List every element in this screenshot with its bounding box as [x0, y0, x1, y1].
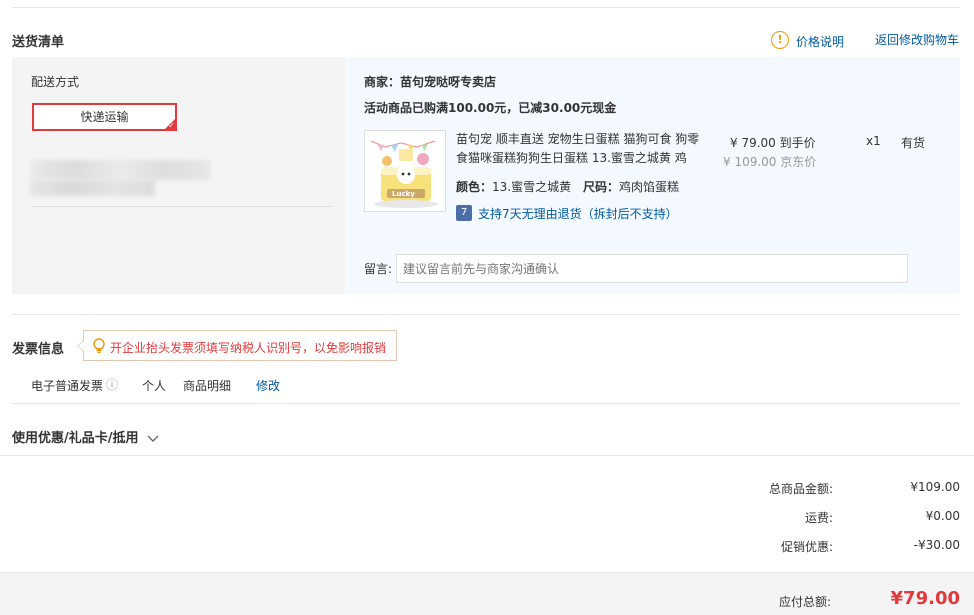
freight-label: 运费:	[804, 511, 833, 525]
invoice-tip: 开企业抬头发票须填写纳税人识别号，以免影响报销	[77, 330, 397, 361]
shipping-method-value: 快递运输	[80, 110, 129, 124]
top-divider	[12, 7, 960, 8]
warning-icon: !	[771, 31, 789, 49]
payable-total-value: ¥79.00	[890, 588, 960, 609]
shipping-method-label: 配送方式	[31, 75, 80, 89]
cake-illustration	[365, 131, 445, 211]
discount-label: 促销优惠:	[780, 540, 833, 554]
shipping-divider	[32, 206, 332, 207]
merchant-row: 商家：苗句宠哒呀专卖店	[364, 73, 496, 90]
check-icon: ✓	[168, 121, 175, 130]
original-price: ¥ 109.00 京东价	[723, 153, 816, 170]
seven-day-return-icon: 7	[456, 205, 472, 221]
product-image[interactable]: Lucky	[364, 130, 446, 212]
redacted-address-2	[30, 180, 155, 196]
invoice-edit-link[interactable]: 修改	[256, 377, 280, 394]
final-price-value: ¥ 79.00	[730, 136, 776, 150]
size-value: 鸡肉馅蛋糕	[618, 180, 679, 194]
color-label: 颜色：	[456, 180, 493, 194]
chevron-down-icon	[147, 435, 159, 442]
invoice-header: 个人	[142, 379, 167, 393]
freight-value: ¥0.00	[925, 509, 960, 523]
promo-text: 活动商品已购满100.00元，已减30.00元现金	[364, 101, 617, 115]
discount-value: -¥30.00	[913, 538, 960, 552]
cake-lettering: Lucky	[392, 190, 415, 198]
final-price-tag: 到手价	[779, 136, 816, 150]
back-to-cart-link[interactable]: 返回修改购物车	[875, 31, 959, 48]
lightbulb-icon	[93, 338, 105, 353]
merchant-label: 商家：	[364, 75, 401, 89]
quantity: x1	[866, 134, 881, 148]
return-policy-text[interactable]: 支持7天无理由退货（拆封后不支持）	[478, 205, 678, 222]
goods-total-label: 总商品金额:	[768, 482, 833, 496]
express-shipping-option[interactable]: 快递运输 ✓	[32, 103, 177, 131]
message-label: 留言:	[364, 262, 393, 276]
invoice-content: 商品明细	[183, 379, 232, 393]
coupon-divider	[12, 403, 960, 404]
goods-total-value: ¥109.00	[910, 480, 960, 494]
original-price-value: ¥ 109.00	[723, 155, 777, 169]
redacted-address	[30, 160, 210, 180]
invoice-divider	[12, 314, 960, 315]
info-icon[interactable]: ⓘ	[106, 376, 118, 393]
size-label: 尺码：	[582, 180, 619, 194]
message-input[interactable]	[396, 254, 908, 283]
summary-divider	[0, 455, 974, 456]
coupon-title: 使用优惠/礼品卡/抵用	[12, 431, 139, 446]
stock-status: 有货	[901, 136, 926, 150]
invoice-title: 发票信息	[12, 342, 65, 357]
color-value: 13.蜜雪之城黄	[492, 180, 572, 194]
delivery-title: 送货清单	[12, 35, 65, 50]
product-name[interactable]: 苗句宠 顺丰直送 宠物生日蛋糕 猫狗可食 狗零食猫咪蛋糕狗狗生日蛋糕 13.蜜雪…	[456, 130, 701, 168]
price-note-link[interactable]: 价格说明	[796, 33, 844, 50]
final-price: ¥ 79.00 到手价	[730, 134, 816, 151]
merchant-name[interactable]: 苗句宠哒呀专卖店	[400, 75, 496, 89]
payable-total-label: 应付总额:	[778, 595, 831, 609]
product-spec: 颜色：13.蜜雪之城黄 尺码：鸡肉馅蛋糕	[456, 178, 679, 195]
invoice-type: 电子普通发票	[31, 379, 104, 393]
original-price-tag: 京东价	[780, 155, 817, 169]
coupon-toggle[interactable]: 使用优惠/礼品卡/抵用	[12, 427, 159, 446]
invoice-tip-text: 开企业抬头发票须填写纳税人识别号，以免影响报销	[110, 341, 387, 355]
